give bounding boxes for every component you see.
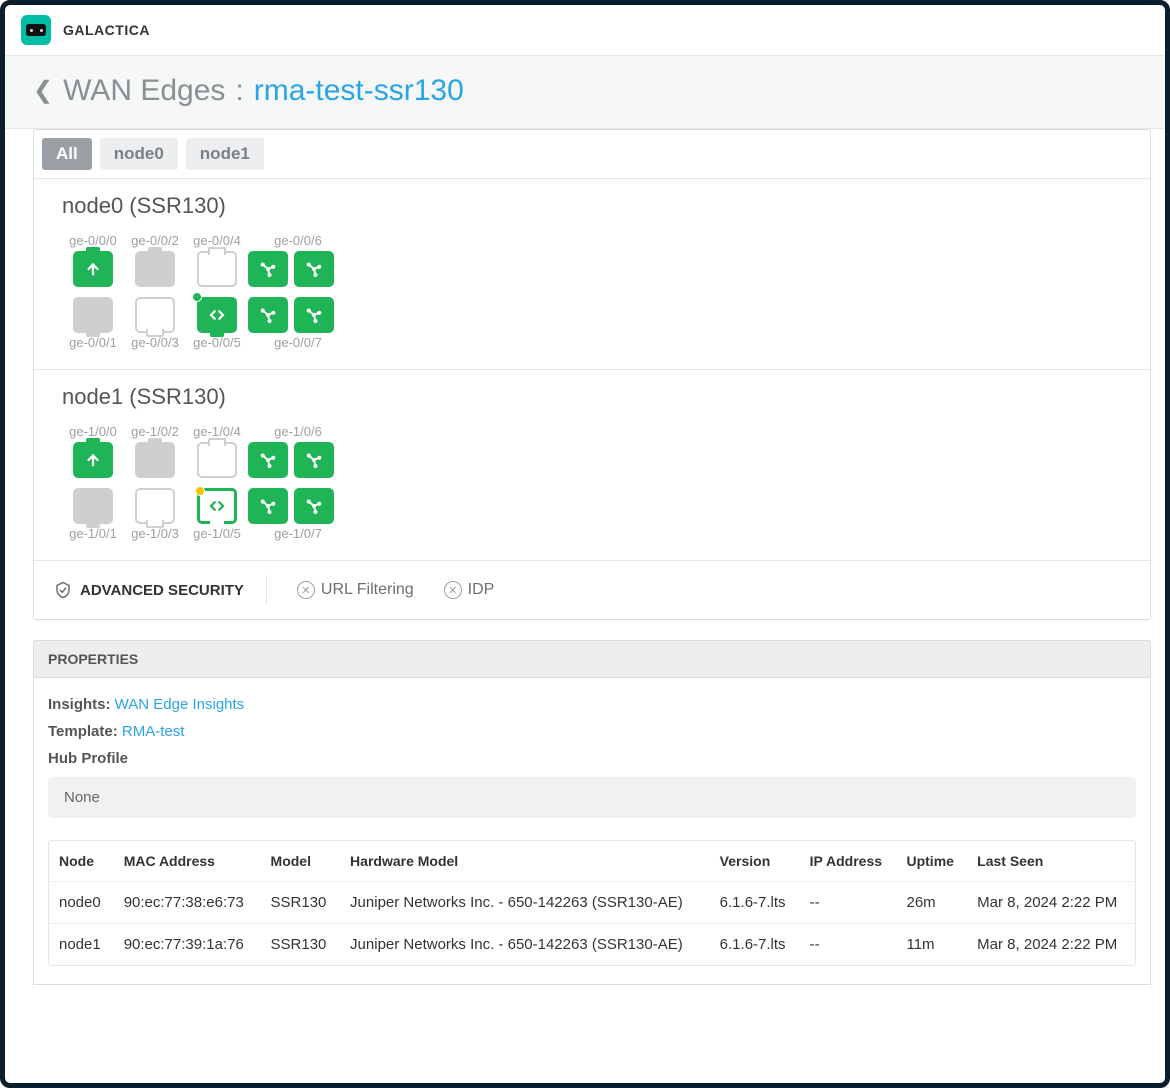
tab-all[interactable]: All: [42, 138, 92, 170]
insights-label: Insights:: [48, 696, 111, 713]
table-cell: --: [800, 882, 897, 924]
port-label: ge-0/0/1: [69, 335, 117, 351]
table-cell: Mar 8, 2024 2:22 PM: [967, 882, 1135, 924]
hub-profile-label: Hub Profile: [48, 750, 128, 767]
nodes-table: NodeMAC AddressModelHardware ModelVersio…: [48, 840, 1136, 966]
port[interactable]: [73, 251, 113, 287]
table-cell: SSR130: [261, 924, 341, 966]
properties-header: PROPERTIES: [33, 640, 1151, 678]
table-cell: 90:ec:77:39:1a:76: [114, 924, 261, 966]
breadcrumb: ❮ WAN Edges : rma-test-ssr130: [33, 74, 1137, 108]
port[interactable]: [294, 251, 334, 287]
port[interactable]: [248, 488, 288, 524]
advanced-security-row: ADVANCED SECURITY ✕ URL Filtering ✕ IDP: [34, 561, 1150, 619]
insights-link[interactable]: WAN Edge Insights: [115, 696, 245, 713]
table-cell: 6.1.6-7.lts: [710, 924, 800, 966]
table-cell: 90:ec:77:38:e6:73: [114, 882, 261, 924]
table-cell: 6.1.6-7.lts: [710, 882, 800, 924]
hub-profile-value[interactable]: None: [48, 777, 1136, 818]
page-header: ❮ WAN Edges : rma-test-ssr130: [5, 56, 1165, 129]
adv-item-label: IDP: [468, 581, 495, 599]
node-title: node1 (SSR130): [62, 384, 1132, 410]
node-tabs: Allnode0node1: [34, 130, 1150, 179]
port-label: ge-1/0/5: [193, 526, 241, 542]
port[interactable]: [197, 488, 237, 524]
table-cell: 26m: [896, 882, 967, 924]
port[interactable]: [197, 251, 237, 287]
disabled-icon: ✕: [444, 581, 462, 599]
port[interactable]: [248, 442, 288, 478]
port[interactable]: [135, 488, 175, 524]
table-row[interactable]: node090:ec:77:38:e6:73SSR130Juniper Netw…: [49, 882, 1135, 924]
status-dot: [195, 486, 205, 496]
table-header: Node: [49, 841, 114, 882]
port-label: ge-1/0/3: [131, 526, 179, 542]
port[interactable]: [294, 488, 334, 524]
node-section: node0 (SSR130)ge-0/0/0ge-0/0/1ge-0/0/2ge…: [34, 179, 1150, 370]
breadcrumb-section[interactable]: WAN Edges: [63, 74, 225, 108]
node-section: node1 (SSR130)ge-1/0/0ge-1/0/1ge-1/0/2ge…: [34, 370, 1150, 561]
table-cell: 11m: [896, 924, 967, 966]
port-label: ge-1/0/1: [69, 526, 117, 542]
breadcrumb-sep: :: [235, 74, 243, 108]
tab-node0[interactable]: node0: [100, 138, 178, 170]
properties-body: Insights: WAN Edge Insights Template: RM…: [33, 678, 1151, 985]
brand-logo: [21, 15, 51, 45]
brand-name: GALACTICA: [63, 22, 150, 38]
top-bar: GALACTICA: [5, 5, 1165, 56]
port-label: ge-0/0/3: [131, 335, 179, 351]
table-header: Model: [261, 841, 341, 882]
port[interactable]: [248, 297, 288, 333]
port[interactable]: [135, 442, 175, 478]
table-cell: Juniper Networks Inc. - 650-142263 (SSR1…: [340, 882, 710, 924]
table-cell: Juniper Networks Inc. - 650-142263 (SSR1…: [340, 924, 710, 966]
breadcrumb-current: rma-test-ssr130: [254, 74, 464, 108]
table-header: Last Seen: [967, 841, 1135, 882]
table-header: Hardware Model: [340, 841, 710, 882]
port-label: ge-0/0/5: [193, 335, 241, 351]
shield-icon: [54, 581, 72, 599]
table-header: IP Address: [800, 841, 897, 882]
status-dot: [192, 292, 202, 302]
port[interactable]: [197, 442, 237, 478]
adv-idp[interactable]: ✕ IDP: [444, 581, 495, 599]
table-cell: node1: [49, 924, 114, 966]
table-header: Uptime: [896, 841, 967, 882]
tab-node1[interactable]: node1: [186, 138, 264, 170]
template-label: Template:: [48, 723, 118, 740]
port[interactable]: [248, 251, 288, 287]
node-title: node0 (SSR130): [62, 193, 1132, 219]
port[interactable]: [294, 297, 334, 333]
table-cell: --: [800, 924, 897, 966]
port[interactable]: [135, 251, 175, 287]
table-cell: Mar 8, 2024 2:22 PM: [967, 924, 1135, 966]
back-chevron-icon[interactable]: ❮: [33, 76, 53, 105]
template-link[interactable]: RMA-test: [122, 723, 185, 740]
table-header: Version: [710, 841, 800, 882]
adv-security-title: ADVANCED SECURITY: [80, 582, 244, 599]
nodes-panel: Allnode0node1 node0 (SSR130)ge-0/0/0ge-0…: [33, 129, 1151, 620]
port[interactable]: [73, 488, 113, 524]
table-cell: node0: [49, 882, 114, 924]
port-label: ge-0/0/6: [255, 233, 341, 249]
table-cell: SSR130: [261, 882, 341, 924]
port-label: ge-0/0/7: [255, 335, 341, 351]
port[interactable]: [294, 442, 334, 478]
port-label: ge-1/0/7: [255, 526, 341, 542]
port[interactable]: [197, 297, 237, 333]
adv-url-filtering[interactable]: ✕ URL Filtering: [297, 581, 414, 599]
table-header: MAC Address: [114, 841, 261, 882]
port[interactable]: [135, 297, 175, 333]
port[interactable]: [73, 297, 113, 333]
port[interactable]: [73, 442, 113, 478]
table-row[interactable]: node190:ec:77:39:1a:76SSR130Juniper Netw…: [49, 924, 1135, 966]
adv-item-label: URL Filtering: [321, 581, 414, 599]
port-label: ge-1/0/6: [255, 424, 341, 440]
disabled-icon: ✕: [297, 581, 315, 599]
